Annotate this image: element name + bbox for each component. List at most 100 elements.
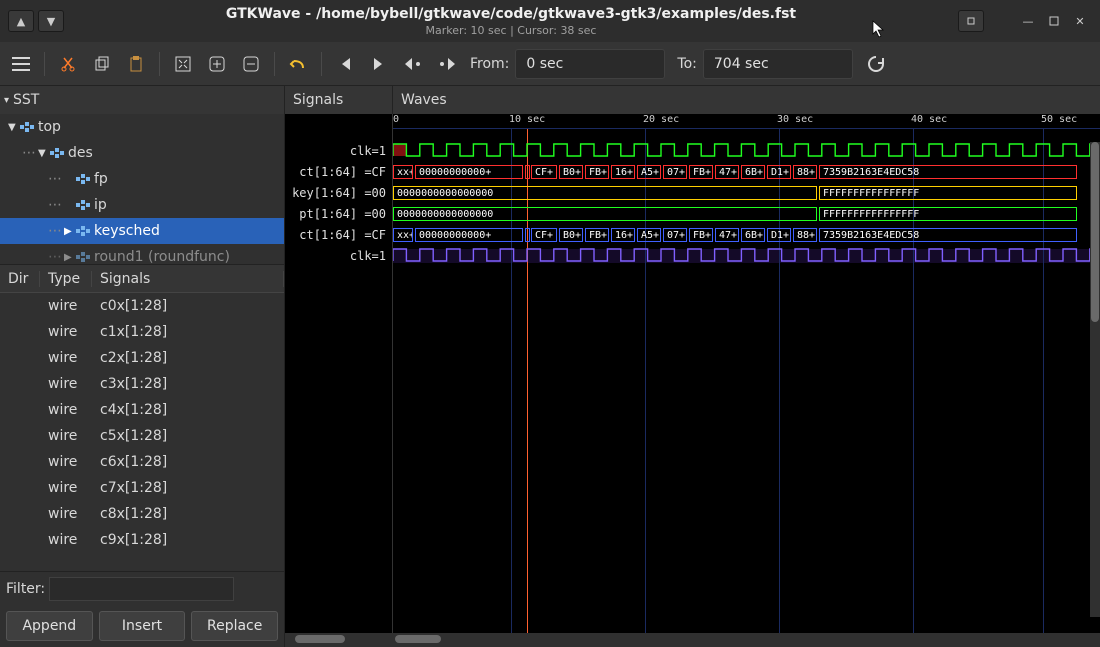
tree-item-des[interactable]: ⋯▼des bbox=[0, 140, 284, 166]
titlebar: ▲ ▼ GTKWave - /home/bybell/gtkwave/code/… bbox=[0, 0, 1100, 42]
vscroll-thumb[interactable] bbox=[1091, 142, 1099, 322]
bus-row[interactable]: xx+00000000000+00+CF+B0+FB+16+A5+07+FB+4… bbox=[393, 228, 1100, 244]
skip-end-icon bbox=[371, 56, 387, 72]
signal-row[interactable]: wirec5x[1:28] bbox=[0, 423, 284, 449]
module-icon bbox=[76, 200, 90, 210]
bus-value: 6B+ bbox=[741, 228, 765, 242]
expand-icon[interactable]: ▶ bbox=[64, 252, 76, 263]
signal-row[interactable]: wirec1x[1:28] bbox=[0, 319, 284, 345]
bus-value: FB+ bbox=[689, 165, 713, 179]
zoom-fit-button[interactable] bbox=[172, 53, 194, 75]
window-detach-button[interactable] bbox=[958, 10, 984, 32]
grid-line bbox=[511, 128, 512, 633]
minimize-button[interactable]: — bbox=[1016, 10, 1040, 32]
menu-button[interactable] bbox=[10, 53, 32, 75]
module-icon bbox=[76, 226, 90, 236]
signames-hscroll[interactable] bbox=[285, 633, 393, 647]
wave-signal-name[interactable]: clk=1 bbox=[350, 249, 386, 263]
signal-type: wire bbox=[40, 480, 92, 496]
copy-button[interactable] bbox=[91, 53, 113, 75]
replace-button[interactable]: Replace bbox=[191, 611, 278, 641]
bus-value: 7359B2163E4EDC58 bbox=[819, 165, 1077, 179]
signal-type: wire bbox=[40, 298, 92, 314]
tree-item-fp[interactable]: ⋯fp bbox=[0, 166, 284, 192]
tree-guide-icon: ⋯ bbox=[48, 197, 62, 213]
col-header-dir[interactable]: Dir bbox=[0, 271, 40, 287]
tree-item-ip[interactable]: ⋯ip bbox=[0, 192, 284, 218]
wave-signal-name[interactable]: ct[1:64] =CF bbox=[299, 165, 386, 179]
tree-item-keysched[interactable]: ⋯▶keysched bbox=[0, 218, 284, 244]
bus-row[interactable]: 0000000000000000FFFFFFFFFFFFFFFF bbox=[393, 186, 1100, 202]
expand-icon[interactable]: ▶ bbox=[64, 226, 76, 237]
goto-start-button[interactable] bbox=[334, 53, 356, 75]
signal-row[interactable]: wirec3x[1:28] bbox=[0, 371, 284, 397]
to-input[interactable] bbox=[703, 49, 853, 79]
maximize-button[interactable] bbox=[1042, 10, 1066, 32]
zoom-in-button[interactable] bbox=[206, 53, 228, 75]
wave-signal-name[interactable]: clk=1 bbox=[350, 144, 386, 158]
signal-row[interactable]: wirec7x[1:28] bbox=[0, 475, 284, 501]
goto-end-button[interactable] bbox=[368, 53, 390, 75]
signal-row[interactable]: wirec6x[1:28] bbox=[0, 449, 284, 475]
prev-edge-button[interactable] bbox=[402, 53, 424, 75]
wave-body[interactable]: clk=1 ct[1:64] =CF key[1:64] =00 pt[1:64] =… bbox=[285, 114, 1100, 633]
wave-hscroll[interactable] bbox=[393, 633, 1100, 647]
insert-button[interactable]: Insert bbox=[99, 611, 186, 641]
filter-label: Filter: bbox=[6, 581, 45, 597]
filter-input[interactable] bbox=[49, 577, 234, 601]
wave-canvas[interactable]: 010 sec20 sec30 sec40 sec50 sec xx+00000… bbox=[393, 114, 1100, 633]
bus-row[interactable]: xx+00000000000+00+CF+B0+FB+16+A5+07+FB+4… bbox=[393, 165, 1100, 181]
minus-box-icon bbox=[243, 56, 259, 72]
bus-value: 00000000000+ bbox=[415, 228, 523, 242]
zoom-out-button[interactable] bbox=[240, 53, 262, 75]
col-header-type[interactable]: Type bbox=[40, 271, 92, 287]
bus-row[interactable]: 0000000000000000FFFFFFFFFFFFFFFF bbox=[393, 207, 1100, 223]
nav-down-button[interactable]: ▼ bbox=[38, 10, 64, 32]
signal-row[interactable]: wirec0x[1:28] bbox=[0, 293, 284, 319]
marker-line[interactable] bbox=[527, 128, 528, 633]
col-header-signals[interactable]: Signals bbox=[92, 271, 284, 287]
signal-row[interactable]: wirec9x[1:28] bbox=[0, 527, 284, 553]
paste-button[interactable] bbox=[125, 53, 147, 75]
timescale-tick: 10 sec bbox=[509, 114, 545, 125]
tree-item-round1[interactable]: ⋯▶round1 (roundfunc) bbox=[0, 244, 284, 264]
nav-up-button[interactable]: ▲ bbox=[8, 10, 34, 32]
signal-row[interactable]: wirec8x[1:28] bbox=[0, 501, 284, 527]
signal-name: c7x[1:28] bbox=[92, 480, 284, 496]
separator bbox=[274, 52, 275, 76]
close-button[interactable]: ✕ bbox=[1068, 10, 1092, 32]
cut-button[interactable] bbox=[57, 53, 79, 75]
module-icon bbox=[50, 148, 64, 158]
wave-signal-name[interactable]: pt[1:64] =00 bbox=[299, 207, 386, 221]
bus-value: FB+ bbox=[585, 165, 609, 179]
wave-signal-name[interactable]: key[1:64] =00 bbox=[292, 186, 386, 200]
separator bbox=[159, 52, 160, 76]
hscroll-thumb[interactable] bbox=[295, 635, 345, 643]
append-button[interactable]: Append bbox=[6, 611, 93, 641]
grid-line bbox=[645, 128, 646, 633]
signal-row[interactable]: wirec2x[1:28] bbox=[0, 345, 284, 371]
from-input[interactable] bbox=[515, 49, 665, 79]
reload-button[interactable] bbox=[865, 53, 887, 75]
signal-row[interactable]: wirec4x[1:28] bbox=[0, 397, 284, 423]
sst-header[interactable]: ▾ SST bbox=[0, 86, 284, 114]
signal-type: wire bbox=[40, 532, 92, 548]
expand-icon[interactable]: ▼ bbox=[38, 148, 50, 159]
hscroll-thumb[interactable] bbox=[395, 635, 441, 643]
clipboard-icon bbox=[128, 56, 144, 72]
tree-item-top[interactable]: ▼top bbox=[0, 114, 284, 140]
next-edge-button[interactable] bbox=[436, 53, 458, 75]
reload-icon bbox=[867, 55, 885, 73]
expand-icon[interactable]: ▼ bbox=[8, 122, 20, 133]
bus-value: 88+ bbox=[793, 165, 817, 179]
undo-button[interactable] bbox=[287, 53, 309, 75]
separator bbox=[44, 52, 45, 76]
collapse-icon[interactable]: ▾ bbox=[4, 95, 9, 106]
wave-signal-name[interactable]: ct[1:64] =CF bbox=[299, 228, 386, 242]
vertical-scrollbar[interactable] bbox=[1090, 142, 1100, 617]
wave-signal-names[interactable]: clk=1 ct[1:64] =CF key[1:64] =00 pt[1:64] =… bbox=[285, 114, 393, 633]
from-label: From: bbox=[470, 56, 509, 72]
plus-box-icon bbox=[209, 56, 225, 72]
hierarchy-tree[interactable]: ▼top⋯▼des⋯fp⋯ip⋯▶keysched⋯▶round1 (round… bbox=[0, 114, 284, 264]
bus-value: 0000000000000000 bbox=[393, 207, 817, 221]
